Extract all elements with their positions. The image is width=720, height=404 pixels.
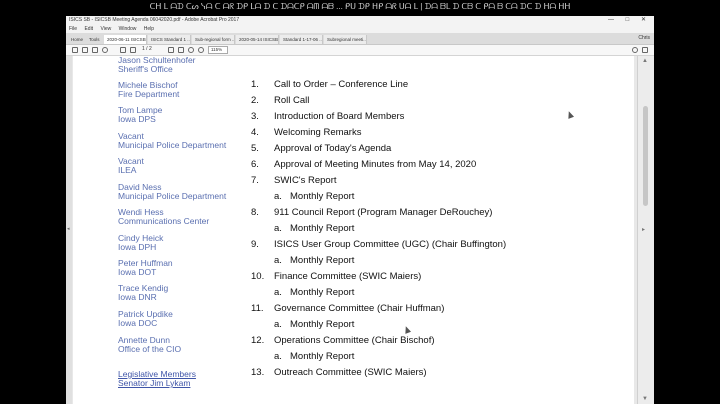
- tab-document-4[interactable]: 2020-05-14 ISICSB ...: [236, 35, 279, 44]
- page-up-icon[interactable]: [120, 47, 126, 53]
- select-icon[interactable]: [168, 47, 174, 53]
- title-bar: ISICS SB - ISICSB Meeting Agenda 0604202…: [66, 16, 654, 25]
- right-scroll-pane[interactable]: ▲ ▸ ▼: [637, 56, 654, 404]
- menu-view[interactable]: View: [100, 26, 111, 32]
- menu-help[interactable]: Help: [144, 26, 154, 32]
- mouse-cursor-icon: [565, 110, 575, 119]
- left-nav-pane[interactable]: ◂: [66, 56, 72, 404]
- screen-caption: ᑕᕼ ᒪ ᗩᗪ ᑕᔕ ᓭᗩ ᑕ ᗩᖇ ᗪᑭ ᒪᗩ ᗪ ᑕ ᗪᗩᑕᑭ ᗩᗰ ᗩᗷ …: [0, 0, 720, 14]
- document-area: ◂ Jason Schultenhofer Sheriff's Office Mi…: [66, 56, 654, 404]
- tab-bar: Home Tools 2020-06-11 ISICSB ... ISICS S…: [66, 33, 654, 45]
- menu-edit[interactable]: Edit: [84, 26, 93, 32]
- menu-bar: File Edit View Window Help: [66, 25, 654, 33]
- tab-document-3[interactable]: Sub-regional form ...: [192, 35, 235, 44]
- member-entry: Patrick Updike Iowa DOC: [118, 310, 173, 328]
- member-org: Iowa DNR: [118, 292, 157, 302]
- tab-document-1[interactable]: 2020-06-11 ISICSB ...: [104, 35, 147, 44]
- member-org: Iowa DPH: [118, 242, 157, 252]
- save-icon[interactable]: [72, 47, 78, 53]
- window-controls[interactable]: — □ ✕: [608, 16, 651, 25]
- help-icon[interactable]: [632, 47, 638, 53]
- member-org: Iowa DOC: [118, 318, 158, 328]
- member-org: Municipal Police Department: [118, 191, 227, 201]
- pdf-page: Jason Schultenhofer Sheriff's Office Mich…: [73, 56, 634, 404]
- tab-tools[interactable]: Tools: [86, 35, 106, 44]
- zoom-out-icon[interactable]: [188, 47, 194, 53]
- acrobat-window: ISICS SB - ISICSB Meeting Agenda 0604202…: [66, 16, 654, 404]
- hand-icon[interactable]: [178, 47, 184, 53]
- window-title: ISICS SB - ISICSB Meeting Agenda 0604202…: [69, 17, 240, 23]
- member-org: Communications Center: [118, 216, 210, 226]
- tab-document-5[interactable]: Standard 1-17-06 ...: [280, 35, 323, 44]
- expand-right-pane-icon[interactable]: ▸: [642, 226, 645, 233]
- member-entry: Annette Dunn Office of the CIO: [118, 336, 181, 354]
- zoom-in-icon[interactable]: [198, 47, 204, 53]
- member-entry: Vacant ILEA: [118, 157, 144, 175]
- legislative-name: Senator Jim Lykam: [118, 378, 191, 388]
- member-entry: David Ness Municipal Police Department: [118, 183, 226, 201]
- member-entry: Wendi Hess Communications Center: [118, 208, 209, 226]
- user-name[interactable]: Chris: [638, 33, 650, 44]
- tab-document-2[interactable]: ISICS Standard 1 ...: [148, 35, 191, 44]
- zoom-field[interactable]: 115%: [208, 46, 228, 54]
- expand-left-pane-icon[interactable]: ◂: [67, 226, 70, 232]
- scroll-up-icon[interactable]: ▲: [642, 58, 648, 64]
- toolbar: 1 / 2 115%: [66, 45, 654, 56]
- member-entry: Tom Lampe Iowa DPS: [118, 106, 162, 124]
- menu-window[interactable]: Window: [119, 26, 137, 32]
- email-icon[interactable]: [92, 47, 98, 53]
- bell-icon[interactable]: [642, 47, 648, 53]
- menu-file[interactable]: File: [69, 26, 77, 32]
- mouse-cursor-icon: [402, 325, 412, 334]
- member-org: ILEA: [118, 165, 137, 175]
- member-entry: Trace Kendig Iowa DNR: [118, 284, 168, 302]
- print-icon[interactable]: [82, 47, 88, 53]
- legislative-members[interactable]: Legislative Members Senator Jim Lykam: [118, 370, 196, 388]
- tab-document-6[interactable]: Subregional meeti...: [324, 35, 367, 44]
- member-entry: Peter Huffman Iowa DOT: [118, 259, 173, 277]
- member-entry: Vacant Municipal Police Department: [118, 132, 226, 150]
- page-indicator[interactable]: 1 / 2: [142, 46, 152, 52]
- tab-home[interactable]: Home: [68, 35, 88, 44]
- member-org: Sheriff's Office: [118, 64, 173, 74]
- member-org: Iowa DOT: [118, 267, 157, 277]
- search-icon[interactable]: [102, 47, 108, 53]
- member-org: Municipal Police Department: [118, 140, 227, 150]
- page-down-icon[interactable]: [130, 47, 136, 53]
- member-org: Office of the CIO: [118, 344, 182, 354]
- member-entry: Michele Bischof Fire Department: [118, 81, 179, 99]
- scrollbar-thumb[interactable]: [643, 106, 648, 206]
- scroll-down-icon[interactable]: ▼: [642, 396, 648, 402]
- member-entry: Cindy Heick Iowa DPH: [118, 234, 163, 252]
- member-entry: Jason Schultenhofer Sheriff's Office: [118, 56, 196, 74]
- member-org: Iowa DPS: [118, 114, 156, 124]
- member-org: Fire Department: [118, 89, 180, 99]
